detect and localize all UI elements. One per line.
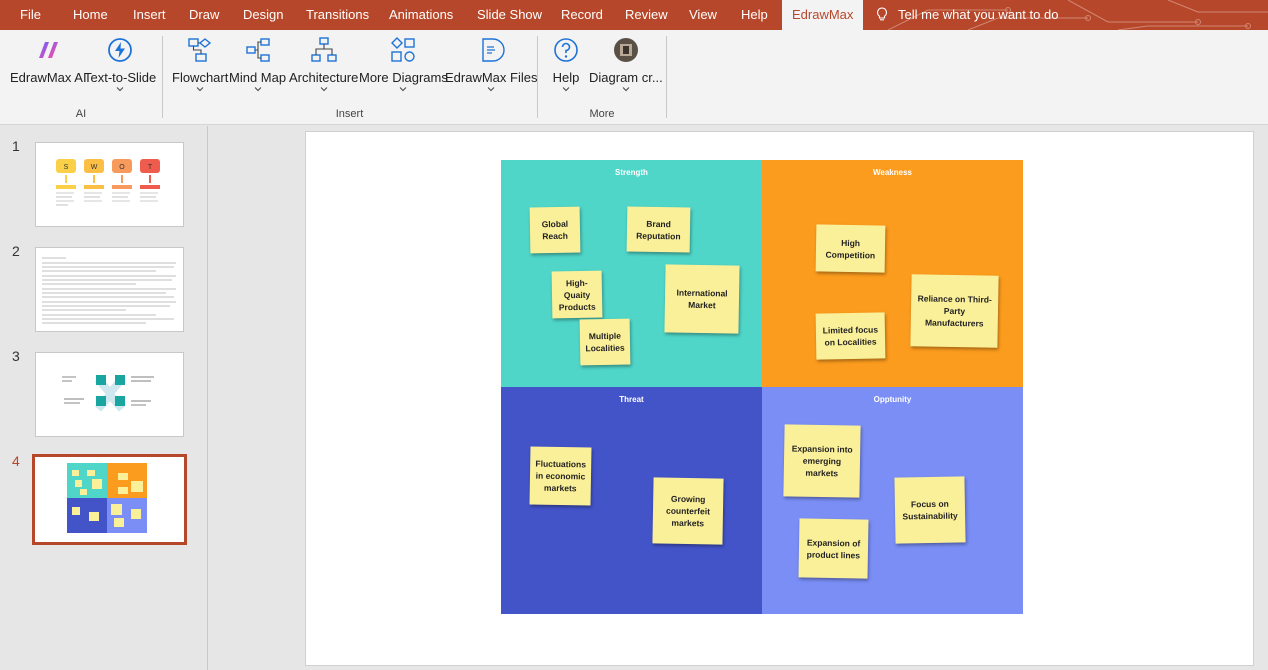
chevron-down-icon bbox=[254, 87, 261, 92]
help-icon bbox=[554, 38, 578, 62]
tab-slide-show[interactable]: Slide Show bbox=[477, 0, 542, 30]
strength-quadrant[interactable]: Strength Global Reach Brand Reputation H… bbox=[501, 160, 762, 387]
sticky-note[interactable]: Global Reach bbox=[529, 206, 581, 254]
architecture-icon bbox=[310, 37, 337, 62]
slide-number: 4 bbox=[12, 453, 20, 469]
weakness-title: Weakness bbox=[873, 168, 912, 177]
chevron-down-icon bbox=[400, 87, 407, 92]
ribbon-separator bbox=[162, 36, 163, 118]
text-lines-preview bbox=[42, 257, 176, 324]
avatar-icon bbox=[613, 38, 638, 62]
edrawmax-ribbon: EdrawMax AI Text-to-Slide AI Flowchart M… bbox=[0, 30, 1268, 125]
tab-draw[interactable]: Draw bbox=[189, 0, 219, 30]
tab-edrawmax[interactable]: EdrawMax bbox=[782, 0, 864, 30]
edrawmax-ai-label: EdrawMax AI bbox=[10, 70, 87, 85]
more-diagrams-label: More Diagrams bbox=[359, 70, 448, 85]
opportunity-title: Opptunity bbox=[873, 395, 912, 404]
tab-file[interactable]: File bbox=[20, 0, 41, 30]
slide-thumbnail-pane: 1 S W O T 2 3 4 bbox=[0, 126, 208, 670]
sticky-note[interactable]: Expansion of product lines bbox=[798, 518, 869, 579]
flowchart-label: Flowchart bbox=[172, 70, 229, 85]
sticky-note[interactable]: Fluctuations in economic markets bbox=[529, 446, 592, 506]
diagram-creator-button[interactable]: Diagram cr... bbox=[589, 36, 663, 93]
tab-design[interactable]: Design bbox=[243, 0, 283, 30]
tab-help[interactable]: Help bbox=[741, 0, 768, 30]
mind-map-button[interactable]: Mind Map bbox=[229, 36, 286, 93]
help-button[interactable]: Help bbox=[552, 36, 580, 93]
swot-cards-preview: S W O T bbox=[56, 159, 160, 206]
sticky-note[interactable]: Expansion into emerging markets bbox=[783, 424, 861, 498]
tab-view[interactable]: View bbox=[689, 0, 717, 30]
edrawmax-ai-button[interactable]: EdrawMax AI bbox=[10, 36, 87, 85]
tab-record[interactable]: Record bbox=[561, 0, 603, 30]
tab-transitions[interactable]: Transitions bbox=[306, 0, 369, 30]
sticky-note[interactable]: High Competition bbox=[815, 224, 886, 273]
text-to-slide-button[interactable]: Text-to-Slide bbox=[84, 36, 156, 93]
slide-number: 3 bbox=[12, 348, 20, 364]
tell-me-label: Tell me what you want to do bbox=[898, 7, 1059, 22]
ribbon-separator bbox=[666, 36, 667, 118]
thumb-letter: O bbox=[119, 164, 125, 171]
diagram-creator-label: Diagram cr... bbox=[589, 70, 663, 85]
group-label-ai: AI bbox=[75, 108, 87, 120]
sticky-note[interactable]: International Market bbox=[664, 264, 740, 334]
slide-number: 2 bbox=[12, 243, 20, 259]
tab-home[interactable]: Home bbox=[73, 0, 108, 30]
slide-thumbnail-4[interactable] bbox=[32, 454, 187, 545]
thumb-letter: W bbox=[91, 164, 98, 171]
tell-me-search[interactable]: Tell me what you want to do bbox=[876, 0, 1058, 30]
more-diagrams-button[interactable]: More Diagrams bbox=[359, 36, 448, 93]
architecture-button[interactable]: Architecture bbox=[289, 36, 358, 93]
weakness-quadrant[interactable]: Weakness High Competition Reliance on Th… bbox=[762, 160, 1023, 387]
mind-map-icon bbox=[245, 38, 270, 62]
sticky-note[interactable]: Limited focus on Localities bbox=[815, 312, 886, 360]
chevron-down-icon bbox=[487, 87, 495, 92]
slide-thumbnail-1[interactable]: S W O T bbox=[35, 142, 184, 227]
chevron-down-icon bbox=[196, 87, 204, 92]
thumb-letter: T bbox=[148, 164, 153, 171]
opportunity-quadrant[interactable]: Opptunity Expansion into emerging market… bbox=[762, 387, 1023, 614]
chevron-down-icon bbox=[562, 87, 570, 92]
edrawmax-files-label: EdrawMax Files bbox=[445, 70, 538, 85]
file-icon bbox=[482, 38, 505, 62]
ribbon-separator bbox=[537, 36, 538, 118]
lightbulb-icon bbox=[877, 7, 887, 21]
edrawmax-files-button[interactable]: EdrawMax Files bbox=[445, 36, 537, 93]
swot-cross-preview bbox=[62, 375, 154, 412]
lightning-icon bbox=[108, 38, 133, 62]
thumb-letter: S bbox=[64, 164, 69, 171]
slide-thumbnail-3[interactable] bbox=[35, 352, 184, 437]
sticky-note[interactable]: Growing counterfeit markets bbox=[652, 477, 724, 545]
slide-thumbnail-2[interactable] bbox=[35, 247, 184, 332]
sticky-note[interactable]: Focus on Sustainability bbox=[894, 476, 966, 544]
tab-insert[interactable]: Insert bbox=[133, 0, 166, 30]
shapes-icon bbox=[391, 37, 416, 62]
tab-review[interactable]: Review bbox=[625, 0, 668, 30]
slide-editing-area: Strength Global Reach Brand Reputation H… bbox=[209, 126, 1268, 670]
chevron-down-icon bbox=[320, 87, 328, 92]
flowchart-icon bbox=[188, 38, 212, 62]
current-slide[interactable]: Strength Global Reach Brand Reputation H… bbox=[305, 131, 1254, 666]
chevron-down-icon bbox=[116, 87, 124, 92]
mind-map-label: Mind Map bbox=[229, 70, 287, 85]
ribbon-tab-bar: File Home Insert Draw Design Transitions… bbox=[0, 0, 1268, 30]
sticky-note[interactable]: Brand Reputation bbox=[626, 206, 691, 253]
strength-title: Strength bbox=[615, 168, 648, 177]
sticky-note[interactable]: Reliance on Third-Party Manufacturers bbox=[910, 274, 999, 348]
flowchart-button[interactable]: Flowchart bbox=[172, 36, 228, 93]
sticky-note[interactable]: High-Quaity Products bbox=[551, 270, 603, 319]
tab-animations[interactable]: Animations bbox=[389, 0, 453, 30]
slide-number: 1 bbox=[12, 138, 20, 154]
group-label-insert: Insert bbox=[335, 108, 364, 120]
text-to-slide-label: Text-to-Slide bbox=[84, 70, 157, 85]
sticky-note[interactable]: Multiple Localities bbox=[579, 318, 631, 366]
swot-grid-preview bbox=[67, 463, 147, 533]
help-label: Help bbox=[552, 70, 580, 85]
threat-quadrant[interactable]: Threat Fluctuations in economic markets … bbox=[501, 387, 762, 614]
edrawmax-ai-icon bbox=[39, 42, 59, 58]
architecture-label: Architecture bbox=[289, 70, 359, 85]
group-label-more: More bbox=[589, 108, 615, 120]
threat-title: Threat bbox=[619, 395, 644, 404]
chevron-down-icon bbox=[622, 87, 630, 92]
